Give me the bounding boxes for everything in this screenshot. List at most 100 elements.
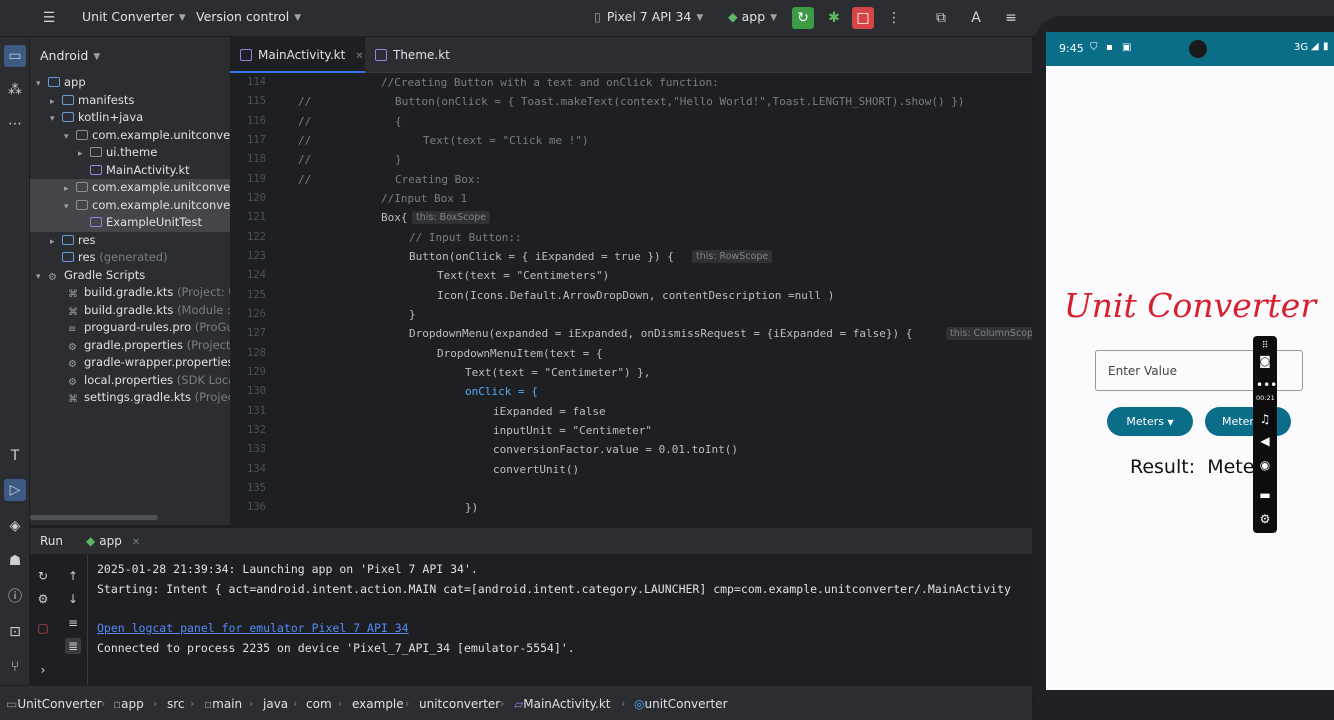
kotlin-file-icon: ▱ [514, 697, 524, 711]
hamburger-icon[interactable]: ☰ [38, 7, 60, 29]
problems-button[interactable]: ⓘ [4, 585, 26, 607]
terminal-button[interactable]: ⊡ [4, 621, 26, 643]
run-config-name: app [741, 9, 766, 24]
resource-manager-button[interactable]: ⁂ [4, 79, 26, 101]
tree-item[interactable]: ⌘ build.gradle.kts (Project: U [30, 284, 230, 302]
tree-item[interactable]: ExampleUnitTest [30, 214, 230, 232]
breadcrumb-item[interactable]: example [352, 697, 404, 711]
run-tool-button[interactable]: ▷ [4, 479, 26, 501]
volume-icon[interactable]: ◀ [1256, 432, 1274, 450]
notification-icon: ▣ [1122, 42, 1132, 53]
gear-icon[interactable]: ⚙ [1256, 510, 1274, 528]
translate-button[interactable]: A [965, 7, 987, 29]
microphone-icon[interactable]: ♫ [1256, 410, 1274, 428]
git-button[interactable]: ⑂ [4, 656, 26, 678]
folder-icon [62, 234, 74, 245]
breadcrumb-label: unitConverter [644, 697, 728, 711]
project-view-selector[interactable]: Android ▼ [40, 48, 100, 63]
chevron-right-icon: › [405, 697, 410, 710]
tree-item[interactable]: ▸ manifests [30, 92, 230, 110]
code-editor[interactable]: 114 //Creating Button with a text and on… [230, 73, 1032, 522]
close-icon[interactable]: ✕ [355, 51, 363, 62]
gesture-nav-bar[interactable] [1158, 698, 1266, 702]
soft-wrap-icon[interactable]: ≡ [65, 615, 81, 631]
network-type: 3G [1294, 42, 1309, 53]
run-toolbar: ↻ ↑ ⚙ ↓ ▢ ≡ ≣ › [30, 554, 88, 685]
breadcrumb-item[interactable]: ▭UnitConverter [6, 697, 102, 711]
input-unit-button[interactable]: Meters ▼ [1107, 407, 1193, 436]
run-config-selector[interactable]: ◆ app ▼ [728, 9, 777, 24]
scroll-up-icon[interactable]: ↑ [65, 568, 81, 584]
tree-extra: (Project P [186, 337, 230, 352]
properties-icon: ⚙ [68, 376, 77, 388]
tree-item[interactable]: ▾ com.example.unitconver [30, 127, 230, 145]
device-manager-button[interactable]: ⧉ [930, 7, 952, 29]
screen-icon[interactable]: ▬ [1256, 486, 1274, 504]
folder-icon [62, 94, 74, 105]
tree-item[interactable]: ▾ kotlin+java [30, 109, 230, 127]
tree-item[interactable]: ⌘ build.gradle.kts (Module :ap [30, 302, 230, 320]
chevron-right-icon[interactable]: › [35, 662, 51, 678]
project-tool-button[interactable]: ▭ [4, 45, 26, 67]
breadcrumb-item[interactable]: ▫app [113, 697, 144, 711]
vcs-menu[interactable]: Version control ▼ [196, 9, 301, 24]
camera-icon[interactable]: ◙ [1256, 352, 1274, 370]
scroll-down-icon[interactable]: ↓ [65, 591, 81, 607]
settings-button[interactable]: ≡ [1000, 7, 1022, 29]
emulator-screen[interactable]: 9:45 ⛉ ▪ ▣ 3G ◢ ▮ Unit Converter Enter V… [1046, 32, 1334, 690]
tab-theme[interactable]: Theme.kt [365, 37, 475, 73]
tree-item[interactable]: ≡ proguard-rules.pro (ProGu [30, 319, 230, 337]
tree-item[interactable]: ⚙ gradle-wrapper.properties [30, 354, 230, 372]
rerun-icon[interactable]: ↻ [35, 568, 51, 584]
tree-item[interactable]: MainActivity.kt [30, 162, 230, 180]
line-number: 134 [247, 462, 266, 475]
tree-item[interactable]: ▸ res [30, 232, 230, 250]
project-selector[interactable]: Unit Converter ▼ [82, 9, 186, 24]
app-quality-button[interactable]: ◈ [4, 515, 26, 537]
tree-item[interactable]: ▾ com.example.unitconver [30, 196, 230, 214]
settings-icon[interactable]: ⚙ [35, 591, 51, 607]
stop-button[interactable]: □ [852, 7, 874, 29]
breadcrumb-item[interactable]: src [167, 697, 185, 711]
tree-item[interactable]: ▸ ui.theme [30, 144, 230, 162]
tab-main-activity[interactable]: MainActivity.kt ✕ [230, 37, 365, 73]
inlay-hint: this: RowScope [692, 250, 773, 263]
tree-label: com.example.unitconver [92, 197, 230, 212]
tree-item[interactable]: res (generated) [30, 249, 230, 267]
line-number: 117 [247, 134, 266, 146]
logcat-link[interactable]: Open logcat panel for emulator Pixel 7 A… [97, 621, 409, 635]
breadcrumb-item[interactable]: ◎unitConverter [634, 697, 728, 711]
tree-item[interactable]: ⚙ local.properties (SDK Loca [30, 372, 230, 390]
output-unit-button[interactable]: Meters [1205, 407, 1291, 436]
debug-button[interactable]: ✱ [823, 7, 845, 29]
comment-marker: // [298, 114, 312, 128]
record-icon[interactable]: ◉ [1256, 456, 1274, 474]
stop-icon[interactable]: ▢ [35, 620, 51, 636]
breadcrumb-item[interactable]: com [306, 697, 332, 711]
horizontal-scrollbar[interactable] [30, 515, 158, 520]
clear-icon[interactable]: ≣ [65, 638, 81, 654]
device-selector[interactable]: ▯ Pixel 7 API 34 ▼ [594, 9, 703, 24]
breadcrumb-item[interactable]: java [263, 697, 288, 711]
camera-cutout [1189, 40, 1207, 58]
tree-item[interactable]: ⚙ gradle.properties (Project P [30, 337, 230, 355]
rerun-button[interactable]: ↻ [792, 7, 814, 29]
module-icon: ▭ [6, 697, 18, 711]
build-tool-button[interactable]: T [4, 445, 26, 467]
more-actions-button[interactable]: ⋮ [883, 7, 905, 29]
tab-run-app[interactable]: ◆ app ✕ [86, 534, 140, 548]
more-tools-button[interactable]: ⋯ [4, 113, 26, 135]
breadcrumb-item[interactable]: ▫main [204, 697, 242, 711]
tree-item[interactable]: ▾ app [30, 74, 230, 92]
close-icon[interactable]: ✕ [132, 537, 140, 548]
tree-extra: (Module :ap [177, 302, 230, 317]
logcat-button[interactable]: ☗ [4, 550, 26, 572]
tree-label: app [64, 75, 86, 89]
tree-item[interactable]: ▾ ⚙ Gradle Scripts [30, 267, 230, 285]
breadcrumb-item[interactable]: ▱MainActivity.kt [514, 697, 611, 711]
tree-item[interactable]: ⌘ settings.gradle.kts (Project [30, 389, 230, 407]
tree-item[interactable]: ▸ com.example.unitconver [30, 179, 230, 197]
run-console[interactable]: 2025-01-28 21:39:34: Launching app on 'P… [30, 554, 1032, 685]
breadcrumb-label: UnitConverter [17, 697, 102, 711]
breadcrumb-item[interactable]: unitconverter [419, 697, 500, 711]
